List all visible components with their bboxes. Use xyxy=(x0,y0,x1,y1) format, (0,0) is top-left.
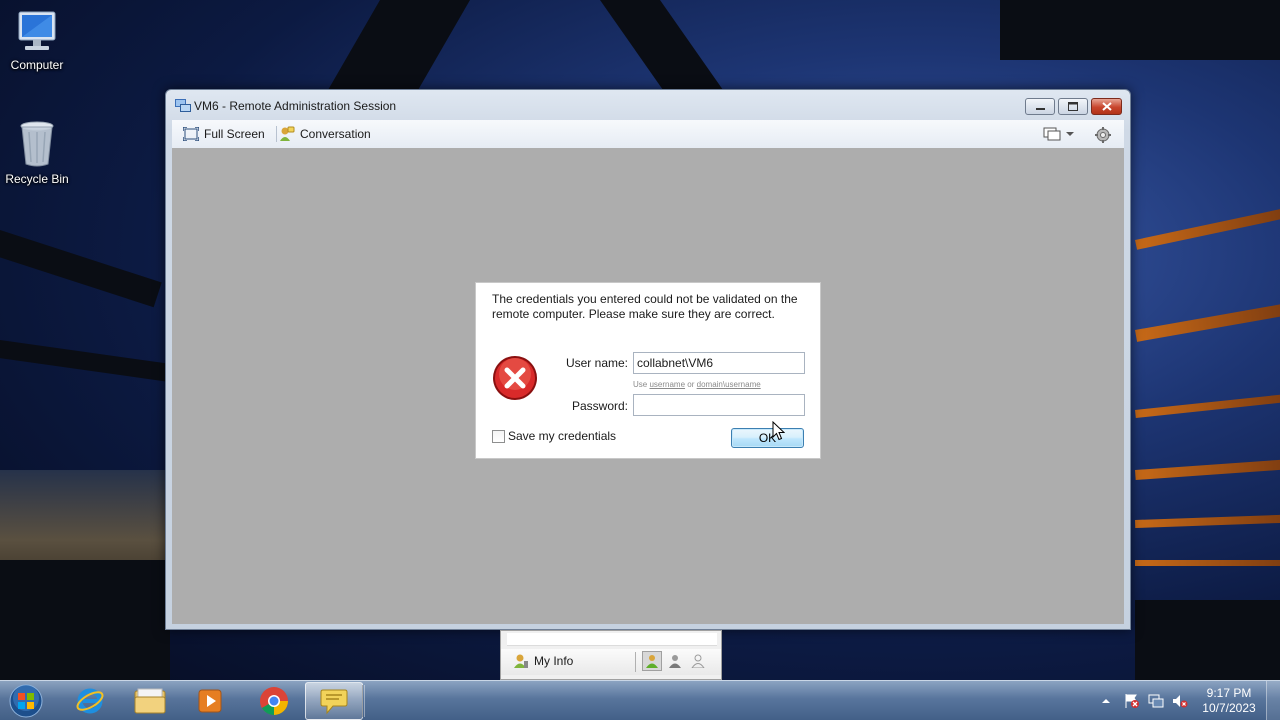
title-bar[interactable]: VM6 - Remote Administration Session xyxy=(166,90,1130,120)
minimize-button[interactable] xyxy=(1025,98,1055,115)
taskbar-messenger[interactable] xyxy=(305,682,363,720)
close-icon xyxy=(1101,102,1112,111)
chat-bubble-icon xyxy=(320,689,348,715)
toolbar-separator xyxy=(276,126,277,142)
folder-icon xyxy=(134,688,166,714)
maximize-button[interactable] xyxy=(1058,98,1088,115)
busy-status-icon xyxy=(669,655,681,668)
action-center-icon[interactable] xyxy=(1124,693,1140,709)
conversation-icon xyxy=(280,126,295,141)
status-available-button[interactable] xyxy=(642,651,662,671)
network-icon[interactable] xyxy=(1148,693,1164,709)
remote-session-icon xyxy=(175,99,191,112)
desktop-icon-recycle-bin[interactable]: Recycle Bin xyxy=(0,120,77,186)
full-screen-label: Full Screen xyxy=(204,127,265,141)
username-label: User name: xyxy=(565,356,628,370)
start-button[interactable] xyxy=(6,683,46,719)
session-toolbar: Full Screen Conversation xyxy=(172,120,1124,148)
taskbar-separator xyxy=(362,685,365,717)
system-tray xyxy=(1100,681,1188,720)
minimize-icon xyxy=(1035,108,1045,110)
status-offline-button[interactable] xyxy=(688,651,708,671)
my-info-label: My Info xyxy=(534,654,574,668)
close-button[interactable] xyxy=(1091,98,1122,115)
error-icon xyxy=(493,356,537,400)
gear-icon xyxy=(1095,127,1111,143)
password-label: Password: xyxy=(571,399,628,413)
conversation-button[interactable]: Conversation xyxy=(279,125,371,143)
my-info-list xyxy=(507,633,717,646)
taskbar-chrome[interactable] xyxy=(245,682,303,720)
clock-time: 9:17 PM xyxy=(1206,686,1252,700)
conversation-label: Conversation xyxy=(300,127,371,141)
username-field[interactable] xyxy=(633,352,805,374)
volume-muted-icon[interactable] xyxy=(1172,693,1188,709)
chevron-down-icon xyxy=(1066,132,1074,136)
taskbar-windows-explorer[interactable] xyxy=(121,682,179,720)
display-options-dropdown[interactable] xyxy=(1043,127,1075,141)
chevron-up-icon[interactable] xyxy=(1100,696,1112,706)
taskbar-clock[interactable]: 9:17 PM 10/7/2023 xyxy=(1196,686,1262,716)
window-title: VM6 - Remote Administration Session xyxy=(194,99,397,113)
clock-date: 10/7/2023 xyxy=(1202,701,1256,715)
desktop-icon-label: Recycle Bin xyxy=(5,172,69,186)
taskbar: 9:17 PM 10/7/2023 xyxy=(0,680,1280,720)
desktop-icon-computer[interactable]: Computer xyxy=(0,10,77,72)
save-credentials-checkbox[interactable] xyxy=(492,430,505,443)
user-icon xyxy=(514,654,528,668)
ok-button[interactable]: OK xyxy=(731,428,804,448)
mouse-cursor-icon xyxy=(772,421,785,441)
internet-explorer-icon xyxy=(76,688,104,714)
taskbar-media-player[interactable] xyxy=(181,682,239,720)
settings-button[interactable] xyxy=(1095,127,1111,143)
show-desktop-button[interactable] xyxy=(1266,681,1280,720)
available-status-icon xyxy=(646,655,658,668)
chrome-icon xyxy=(260,687,288,715)
save-credentials-label[interactable]: Save my credentials xyxy=(508,429,616,443)
media-player-icon xyxy=(198,689,222,713)
computer-icon xyxy=(18,11,56,50)
status-busy-button[interactable] xyxy=(665,651,685,671)
username-hint: Use username or domain\username xyxy=(633,380,761,389)
password-field[interactable] xyxy=(633,394,805,416)
taskbar-internet-explorer[interactable] xyxy=(61,682,119,720)
maximize-icon xyxy=(1068,102,1078,111)
my-info-separator xyxy=(635,652,636,672)
recycle-bin-icon xyxy=(20,121,54,167)
my-info-panel: My Info xyxy=(500,630,722,680)
desktop-icon-label: Computer xyxy=(10,58,64,72)
full-screen-icon xyxy=(183,127,199,141)
credentials-error-dialog: The credentials you entered could not be… xyxy=(475,282,821,459)
offline-status-icon xyxy=(691,654,705,668)
monitor-icon xyxy=(1043,127,1061,141)
full-screen-button[interactable]: Full Screen xyxy=(183,125,265,143)
error-message: The credentials you entered could not be… xyxy=(492,292,798,321)
